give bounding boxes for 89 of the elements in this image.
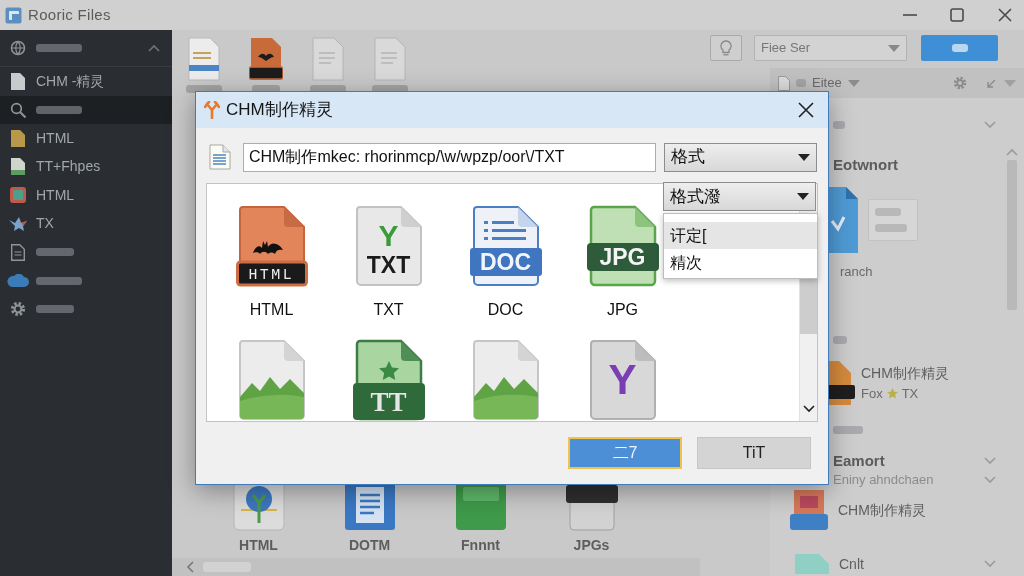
chevron-down-icon[interactable] — [802, 405, 815, 413]
section-note: Eniny ahndchaen — [833, 471, 934, 490]
sidebar-item[interactable]: HTML — [0, 181, 172, 210]
file-name: HTML — [239, 537, 278, 553]
secondary-button[interactable]: TiT — [697, 437, 811, 469]
logo-letter: Y — [608, 359, 637, 401]
blurred-label — [36, 44, 82, 52]
sidebar-item[interactable]: TT+Fhpes — [0, 152, 172, 181]
maximize-icon[interactable] — [950, 8, 964, 22]
search-icon — [10, 101, 26, 118]
chevron-left-icon[interactable] — [186, 561, 195, 573]
file-name: JPG — [606, 300, 639, 320]
globe-icon — [10, 40, 26, 56]
file-icon — [11, 158, 25, 176]
entry-title: CHM制作精灵 — [861, 364, 949, 382]
file-type-text: HTML — [248, 265, 295, 284]
blurred-label — [833, 336, 847, 344]
file-name: HTML — [249, 300, 294, 320]
sidebar-item[interactable]: HTML — [0, 124, 172, 153]
file-type-text: JPG — [599, 243, 646, 271]
blurred-label — [36, 276, 82, 285]
sidebar-item[interactable]: CHM -精灵 — [0, 67, 172, 96]
caret-icon — [847, 79, 860, 87]
blurred-label — [36, 305, 74, 314]
file-name: Fnnnt — [461, 537, 500, 553]
menu-item[interactable]: 精次 — [664, 249, 817, 276]
star-icon — [886, 388, 898, 399]
sidebar-item[interactable] — [0, 95, 172, 124]
file-name: TXT — [373, 300, 404, 320]
blurred-label — [833, 121, 845, 129]
blurred-label — [796, 79, 806, 87]
file-icon — [11, 72, 25, 90]
blurred-label — [951, 44, 968, 52]
file-name: DOTM — [348, 537, 391, 553]
blurred-label — [875, 224, 907, 232]
file-icon — [11, 129, 25, 147]
file-icon[interactable] — [249, 37, 283, 81]
format-dropdown[interactable]: 格式 — [664, 142, 817, 172]
caret-icon — [797, 193, 809, 200]
cloud-icon — [7, 274, 29, 288]
file-icon[interactable] — [586, 205, 659, 287]
blurred-label — [36, 105, 82, 114]
blurred-label — [833, 426, 863, 434]
star-icon — [9, 216, 27, 231]
blurred-label — [36, 248, 74, 257]
file-icon — [778, 75, 790, 91]
entry-title: CHM制作精灵 — [838, 500, 926, 520]
logo-letter: Y — [378, 221, 399, 251]
fork-logo-icon — [204, 101, 220, 119]
close-icon — [798, 102, 814, 118]
caret-icon — [798, 153, 810, 161]
file-icon[interactable] — [235, 205, 308, 287]
caret-icon — [888, 44, 900, 52]
blurred-label — [875, 208, 901, 216]
entry-subtitle: Fox — [861, 385, 883, 402]
settings-icon[interactable] — [953, 76, 967, 90]
entry-tag: TX — [901, 385, 919, 402]
lightbulb-icon — [720, 40, 732, 56]
action-button[interactable] — [921, 35, 998, 61]
file-icon[interactable] — [352, 339, 425, 421]
file-name: JPGs — [573, 537, 610, 553]
document-icon[interactable] — [187, 37, 221, 81]
close-icon[interactable] — [998, 8, 1012, 22]
lightbulb-button[interactable] — [710, 35, 742, 61]
arrow-icon[interactable] — [987, 78, 996, 88]
settings-icon — [10, 301, 26, 318]
app-logo-icon — [5, 6, 22, 24]
file-caption: ranch — [840, 263, 873, 282]
file-type-text: TXT — [366, 252, 411, 278]
window-title: Rooric Files — [28, 4, 111, 25]
sidebar-item[interactable]: TX — [0, 209, 172, 238]
caret-icon — [1004, 79, 1016, 87]
document-icon — [11, 243, 25, 261]
file-type-text: TT — [370, 387, 407, 417]
file-name: DOC — [487, 300, 524, 320]
path-field[interactable]: CHM制作mkec: rhorinmcp/\w/wpzp/oor\/TXT — [243, 142, 656, 172]
section-heading: Eamort — [833, 450, 885, 471]
chevron-up-icon[interactable] — [148, 44, 160, 52]
entry-title: Cnlt — [839, 554, 864, 574]
filter-dropdown[interactable]: Fiee Ser — [754, 35, 907, 61]
menu-item[interactable]: 讦定[ — [664, 222, 817, 249]
document-icon — [209, 144, 231, 170]
file-type-text: DOC — [479, 249, 532, 275]
dialog-title: CHM制作精灵 — [226, 99, 333, 122]
primary-button[interactable]: 二7 — [568, 437, 682, 469]
format-filter-dropdown[interactable]: 格式潑 — [663, 182, 816, 211]
chevron-up-icon[interactable] — [1006, 148, 1018, 156]
section-heading: Eotwnort — [833, 154, 898, 175]
image-icon — [10, 187, 26, 204]
